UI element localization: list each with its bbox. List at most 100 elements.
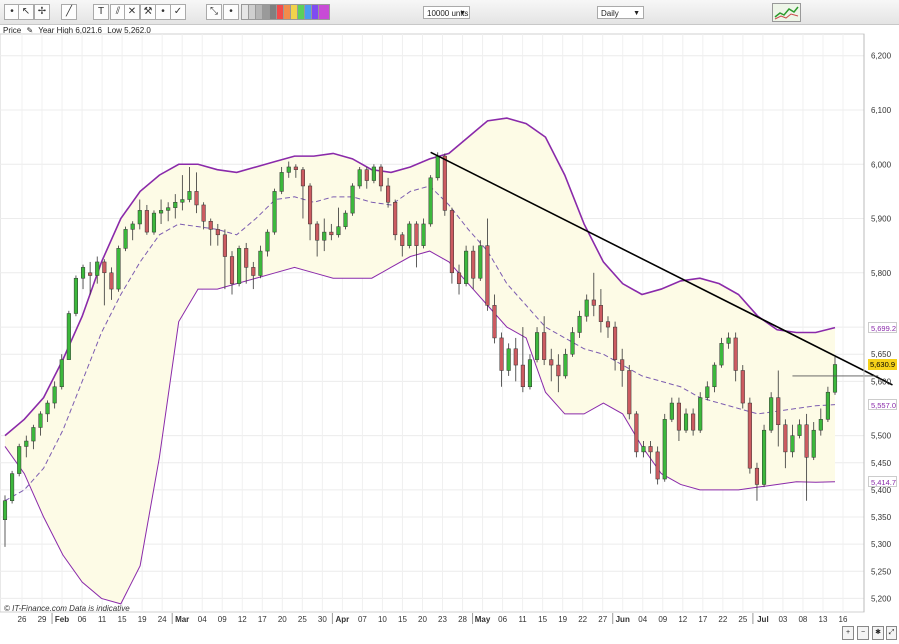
x-tick-label: 27	[598, 615, 607, 624]
x-tick-label: 19	[558, 615, 567, 624]
candle-body	[506, 348, 511, 371]
candle-body	[31, 427, 36, 442]
candle-body	[144, 210, 149, 233]
y-tick-label: 5,250	[871, 567, 892, 576]
candle-body	[464, 250, 469, 284]
candle-body	[442, 155, 447, 211]
y-tick-label: 5,300	[871, 540, 892, 549]
candle-body	[577, 315, 582, 333]
candle-body	[740, 370, 745, 404]
candle-body	[825, 391, 830, 420]
watermark-text: © IT-Finance.com Data is indicative	[4, 604, 130, 613]
x-tick-label: Jul	[757, 615, 769, 624]
y-tick-label: 6,200	[871, 52, 892, 61]
x-tick-label: 24	[158, 615, 167, 624]
candle-body	[733, 337, 738, 371]
candle-body	[428, 177, 433, 225]
candle-body	[400, 234, 405, 246]
candle-body	[265, 231, 270, 252]
candle-body	[52, 386, 57, 404]
candle-body	[804, 424, 809, 458]
x-tick-label: 03	[778, 615, 787, 624]
candle-body	[88, 272, 93, 276]
candle-body	[315, 223, 320, 241]
candle-body	[187, 191, 192, 200]
x-tick-label: Feb	[55, 615, 69, 624]
candle-body	[818, 419, 823, 431]
candle-body	[570, 332, 575, 355]
x-tick-label: 11	[518, 615, 527, 624]
candle-body	[229, 256, 235, 284]
x-tick-label: 25	[738, 615, 747, 624]
candle-body	[116, 248, 121, 290]
y-tick-label: 5,350	[871, 513, 892, 522]
candle-body	[449, 210, 454, 274]
candle-body	[605, 321, 611, 328]
candle-body	[307, 185, 313, 225]
x-tick-label: 20	[278, 615, 287, 624]
x-tick-label: 23	[438, 615, 447, 624]
candle-body	[137, 210, 142, 225]
candle-body	[747, 402, 752, 469]
candle-body	[641, 446, 646, 453]
candle-body	[719, 343, 724, 366]
candle-body	[364, 169, 369, 181]
price-chart[interactable]: 6,2006,1006,0005,9005,8005,7005,6505,600…	[0, 0, 899, 644]
candle-body	[691, 413, 696, 431]
candle-body	[535, 332, 540, 360]
candle-body	[17, 446, 22, 474]
x-tick-label: Jun	[616, 615, 630, 624]
x-tick-label: 12	[238, 615, 247, 624]
candle-body	[130, 223, 135, 230]
candle-body	[634, 413, 639, 453]
candle-body	[378, 166, 384, 187]
candle-body	[520, 364, 525, 388]
candle-body	[726, 337, 731, 344]
x-tick-label: 22	[718, 615, 727, 624]
candle-body	[343, 212, 348, 227]
x-tick-label: 16	[839, 615, 848, 624]
candle-body	[456, 272, 462, 284]
candle-body	[832, 364, 838, 393]
x-tick-label: May	[475, 615, 491, 624]
x-tick-label: 04	[638, 615, 647, 624]
x-tick-label: 22	[578, 615, 587, 624]
candle-body	[166, 207, 171, 211]
candle-body	[251, 267, 256, 276]
x-tick-label: 20	[418, 615, 427, 624]
candle-body	[151, 212, 157, 233]
candle-body	[762, 429, 767, 485]
candle-body	[499, 337, 504, 371]
x-tick-label: 06	[78, 615, 87, 624]
x-tick-label: 11	[98, 615, 107, 624]
candle-body	[683, 413, 689, 431]
x-tick-label: 25	[298, 615, 307, 624]
x-tick-label: 07	[358, 615, 367, 624]
x-tick-label: 26	[18, 615, 27, 624]
candle-body	[222, 234, 227, 257]
x-tick-label: 04	[198, 615, 207, 624]
fullscreen-icon[interactable]: ⤢	[886, 626, 897, 640]
candle-body	[421, 223, 426, 246]
zoom-in-icon[interactable]: +	[842, 626, 854, 640]
candle-body	[109, 272, 114, 290]
candle-body	[435, 155, 440, 179]
candle-body	[322, 231, 327, 241]
x-tick-label: 09	[218, 615, 227, 624]
x-tick-label: Apr	[335, 615, 349, 624]
settings-icon[interactable]: ✱	[872, 626, 884, 640]
candle-body	[811, 429, 816, 458]
candle-body	[549, 359, 554, 366]
zoom-out-icon[interactable]: −	[857, 626, 869, 640]
candle-body	[492, 305, 497, 339]
candle-body	[698, 397, 703, 431]
candle-body	[2, 500, 8, 520]
candle-body	[159, 210, 164, 214]
candle-body	[485, 245, 490, 306]
price-tag-upper-band: 5,699.2	[868, 321, 897, 333]
candle-body	[45, 402, 50, 415]
candle-body	[66, 313, 71, 360]
candle-body	[655, 451, 660, 480]
candle-body	[244, 248, 249, 268]
candle-body	[669, 402, 674, 420]
